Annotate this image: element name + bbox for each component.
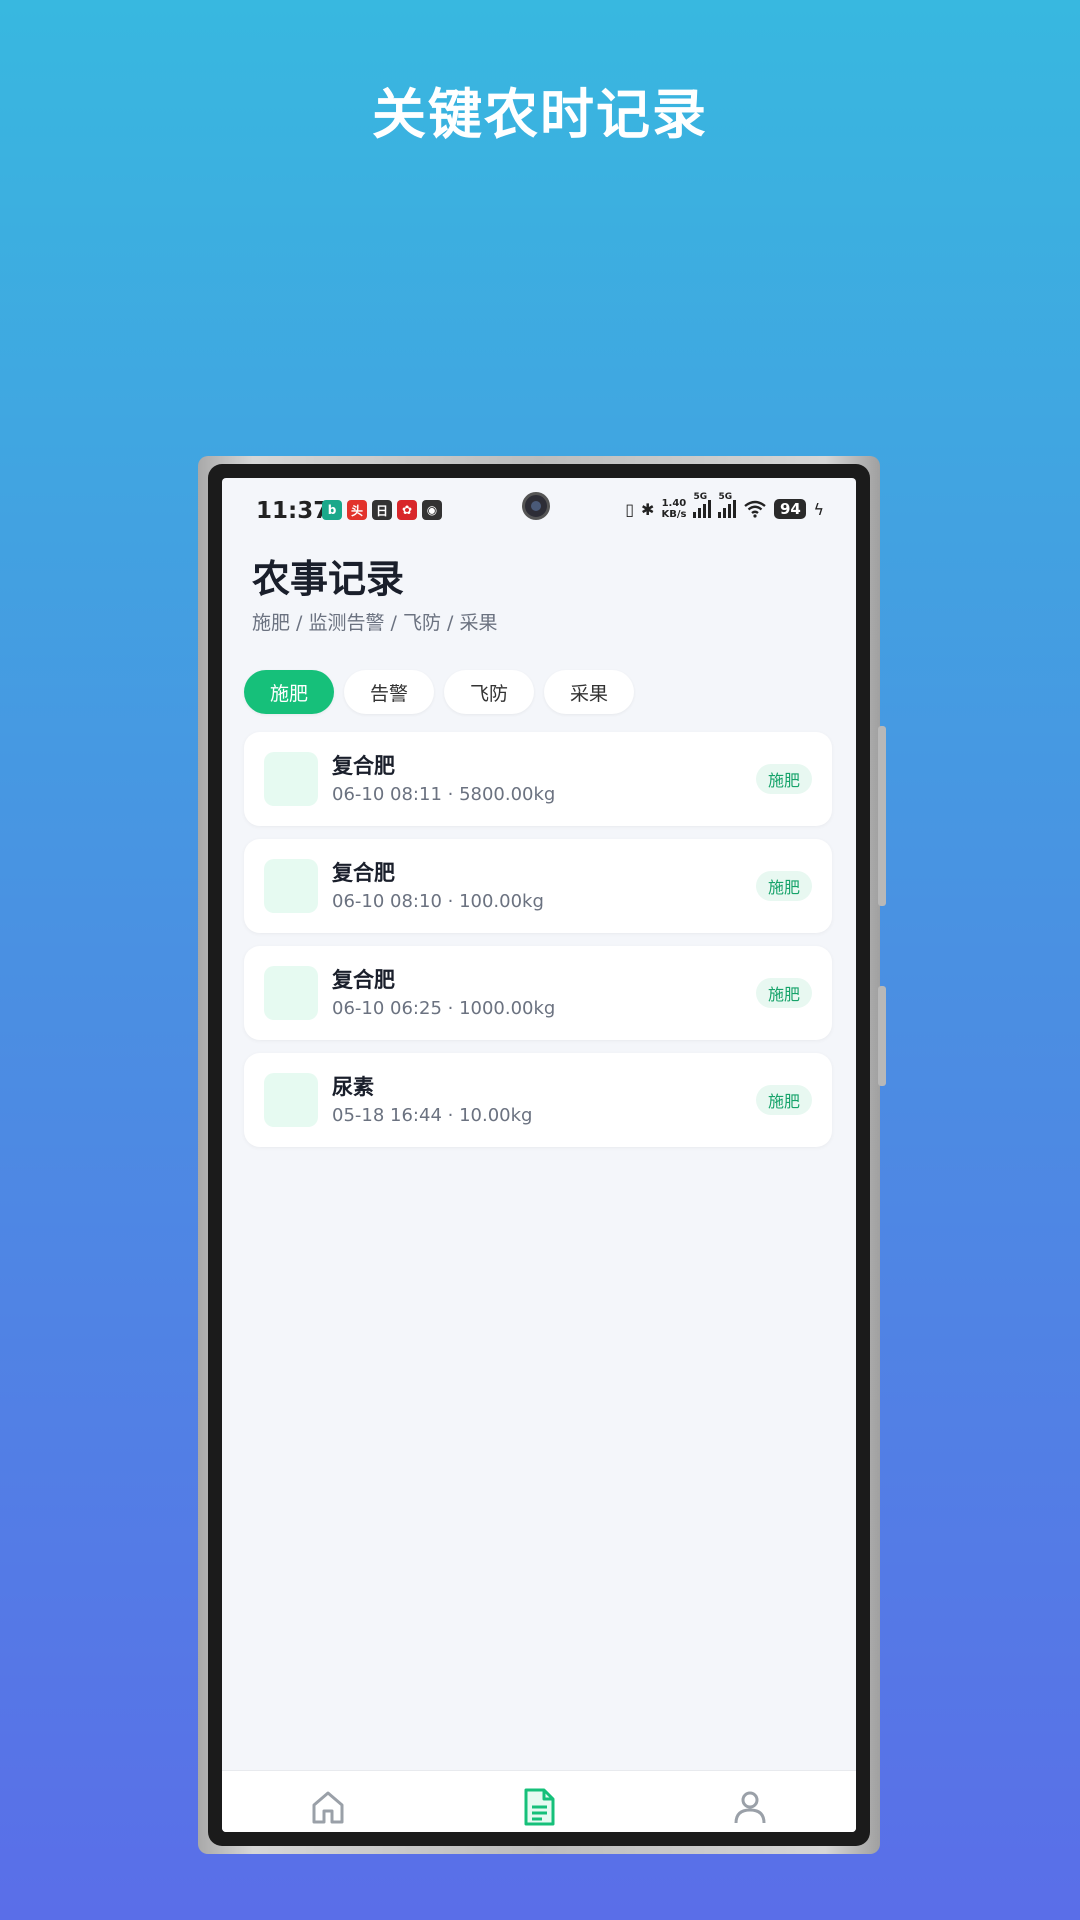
nav-item-home[interactable] — [298, 1784, 358, 1830]
record-thumbnail — [264, 859, 318, 913]
status-bar: 11:37 b 头日 ✿ ◉ ▯ ✱ 1.40 KB/s 5G 5G 94 ϟ — [222, 478, 856, 536]
record-meta: 06-10 08:11 · 5800.00kg — [332, 784, 556, 805]
record-thumbnail — [264, 1073, 318, 1127]
power-button — [878, 986, 886, 1086]
bluetooth-icon: ✱ — [641, 499, 655, 519]
tab-0[interactable]: 施肥 — [244, 670, 335, 714]
tab-3[interactable]: 采果 — [544, 670, 635, 714]
signal-sim2-icon: 5G — [718, 492, 737, 518]
record-meta: 05-18 16:44 · 10.00kg — [332, 1105, 533, 1126]
page-subtitle: 施肥 / 监测告警 / 飞防 / 采果 — [252, 612, 498, 634]
front-camera — [522, 492, 550, 520]
bottom-nav — [222, 1770, 856, 1832]
page-title: 农事记录 — [252, 557, 405, 601]
status-time: 11:37 — [256, 498, 330, 524]
phone-bezel: 11:37 b 头日 ✿ ◉ ▯ ✱ 1.40 KB/s 5G 5G 94 ϟ … — [208, 464, 870, 1846]
record-thumbnail — [264, 752, 318, 806]
net-speed-value: 1.40 — [661, 498, 687, 509]
red-flower-app-icon: ✿ — [397, 500, 417, 520]
box-app-icon: 日 — [372, 500, 392, 520]
record-name: 复合肥 — [332, 861, 395, 885]
record-type-badge: 施肥 — [755, 1085, 812, 1115]
nav-item-profile[interactable] — [720, 1784, 780, 1830]
battery-indicator: 94 — [774, 499, 807, 519]
record-name: 复合肥 — [332, 968, 395, 992]
volume-button — [878, 726, 886, 906]
record-meta: 06-10 06:25 · 1000.00kg — [332, 998, 556, 1019]
record-list: 复合肥 06-10 08:11 · 5800.00kg 施肥 复合肥 06-10 08:… — [244, 732, 832, 1160]
document-icon — [524, 1788, 555, 1825]
record-type-badge: 施肥 — [755, 978, 812, 1008]
record-meta: 06-10 08:10 · 100.00kg — [332, 891, 544, 912]
charging-icon: ϟ — [813, 499, 824, 519]
record-name: 尿素 — [332, 1075, 374, 1099]
record-card[interactable]: 尿素 05-18 16:44 · 10.00kg 施肥 — [244, 1053, 832, 1147]
status-app-icons: b 头日 ✿ ◉ — [322, 500, 442, 520]
status-right: ▯ ✱ 1.40 KB/s 5G 5G 94 ϟ — [625, 492, 824, 520]
tab-2[interactable]: 飞防 — [444, 670, 535, 714]
vibrate-icon: ▯ — [625, 499, 635, 519]
home-icon — [312, 1791, 344, 1823]
record-card[interactable]: 复合肥 06-10 08:10 · 100.00kg 施肥 — [244, 839, 832, 933]
record-thumbnail — [264, 966, 318, 1020]
toutiao-app-icon: 头 — [347, 500, 367, 520]
record-card[interactable]: 复合肥 06-10 08:11 · 5800.00kg 施肥 — [244, 732, 832, 826]
signal-sim1-icon: 5G — [693, 492, 712, 518]
user-icon — [734, 1791, 766, 1823]
record-type-badge: 施肥 — [755, 764, 812, 794]
sim2-tag: 5G — [718, 492, 733, 502]
promo-title: 关键农时记录 — [372, 83, 708, 146]
nav-item-records[interactable] — [509, 1784, 569, 1830]
tab-1[interactable]: 告警 — [344, 670, 435, 714]
phone-frame: 11:37 b 头日 ✿ ◉ ▯ ✱ 1.40 KB/s 5G 5G 94 ϟ … — [198, 456, 886, 1854]
phone-screen: 11:37 b 头日 ✿ ◉ ▯ ✱ 1.40 KB/s 5G 5G 94 ϟ … — [222, 478, 856, 1832]
wifi-icon — [744, 500, 767, 518]
b-app-icon: b — [322, 500, 342, 520]
net-speed-unit: KB/s — [661, 509, 687, 520]
category-tabs: 施肥 告警 飞防 采果 — [244, 670, 635, 714]
net-speed: 1.40 KB/s — [661, 498, 686, 520]
record-name: 复合肥 — [332, 754, 395, 778]
record-card[interactable]: 复合肥 06-10 06:25 · 1000.00kg 施肥 — [244, 946, 832, 1040]
record-type-badge: 施肥 — [755, 871, 812, 901]
sim1-tag: 5G — [693, 492, 708, 502]
round-app-icon: ◉ — [422, 500, 442, 520]
